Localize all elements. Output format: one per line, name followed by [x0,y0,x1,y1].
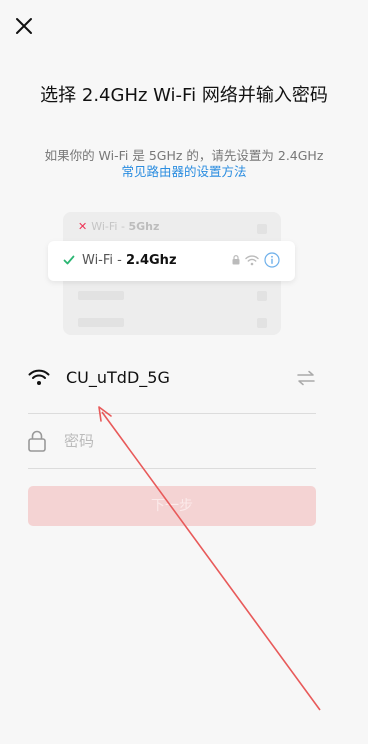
info-icon [264,252,280,268]
placeholder-bar [78,291,124,300]
password-field[interactable] [62,426,306,456]
placeholder-square [257,291,267,301]
illus-row-5ghz: ✕ Wi-Fi - 5Ghz [78,220,160,233]
wifi-icon [28,369,50,385]
placeholder-square [257,318,267,328]
wifi-icon [245,255,259,266]
password-row [28,414,316,469]
page-title: 选择 2.4GHz Wi-Fi 网络并输入密码 [40,85,328,106]
x-icon: ✕ [78,220,88,233]
check-icon [63,255,75,265]
placeholder-bar [78,318,124,327]
router-settings-link[interactable]: 常见路由器的设置方法 [0,164,368,180]
wifi-ssid: CU_uTdD_5G [66,368,170,387]
next-step-button[interactable]: 下一步 [28,486,316,526]
lock-icon [232,255,240,265]
wifi-selector[interactable]: CU_uTdD_5G [28,360,316,414]
lock-icon [28,430,46,452]
close-icon[interactable] [13,15,35,37]
hint-text: 如果你的 Wi-Fi 是 5GHz 的，请先设置为 2.4GHz [44,148,324,163]
placeholder-square [257,224,267,234]
illus-row-24ghz: Wi-Fi - 2.4Ghz [48,241,295,281]
swap-icon[interactable] [296,370,316,386]
